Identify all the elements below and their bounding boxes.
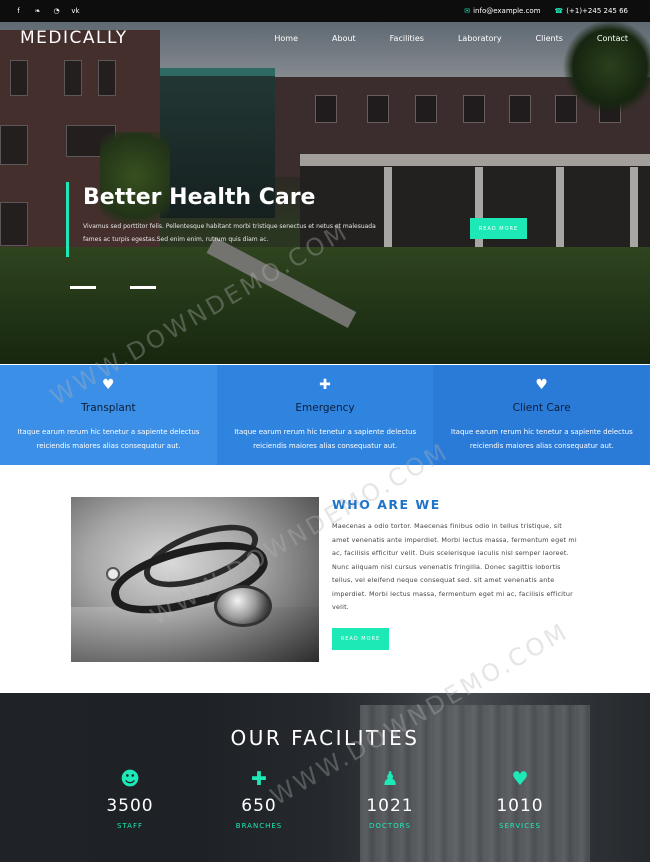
service-title: Emergency [295, 402, 355, 414]
stat-doctors: ♟ 1021 DOCTORS [340, 768, 440, 830]
hero-text: Vivamus sed porttitor felis. Pellentesqu… [83, 223, 376, 244]
medkit-icon: ✚ [251, 768, 267, 790]
stat-number: 3500 [106, 796, 154, 816]
nav-item-facilities[interactable]: Facilities [373, 34, 441, 43]
heart-icon: ♥ [511, 768, 529, 790]
doctor-icon: ♟ [381, 768, 399, 790]
email-text: info@example.com [473, 7, 541, 15]
stat-label: DOCTORS [369, 822, 411, 830]
nav-item-contact[interactable]: Contact [580, 34, 632, 43]
hero-caption: Better Health Care Vivamus sed porttitor… [66, 182, 396, 257]
about-read-more-button[interactable]: READ MORE [332, 628, 389, 650]
stat-number: 1010 [496, 796, 544, 816]
social-links: f ❧ ◔ vk [14, 0, 80, 22]
about-text: Maecenas a odio tortor. Maecenas finibus… [332, 522, 577, 611]
site-logo[interactable]: MEDICALLY [20, 28, 128, 48]
nav-item-about[interactable]: About [315, 34, 373, 43]
stat-branches: ✚ 650 BRANCHES [209, 768, 309, 830]
service-card-transplant: ♥ Transplant Itaque earum rerum hic tene… [0, 365, 217, 465]
nav-item-laboratory[interactable]: Laboratory [441, 34, 519, 43]
users-icon: ☻ [120, 768, 140, 790]
nav-item-clients[interactable]: Clients [519, 34, 580, 43]
stat-label: STAFF [116, 822, 144, 830]
facilities-title: OUR FACILITIES [230, 726, 420, 750]
hero-banner: Better Health Care Vivamus sed porttitor… [0, 22, 650, 364]
twitter-icon[interactable]: ❧ [33, 7, 42, 16]
heart-icon: ♥ [102, 377, 115, 393]
nav-item-home[interactable]: Home [257, 34, 315, 43]
service-text: Itaque earum rerum hic tenetur a sapient… [234, 428, 417, 450]
services-strip: ♥ Transplant Itaque earum rerum hic tene… [0, 365, 650, 465]
nav-menu: Home About Facilities Laboratory Clients… [257, 22, 632, 54]
contact-info: ✉ info@example.com ☎ (+1)+245 245 66 [464, 0, 628, 22]
rss-icon[interactable]: ◔ [52, 7, 61, 16]
hero-read-more-button[interactable]: READ MORE [470, 218, 527, 239]
stat-label: BRANCHES [235, 822, 283, 830]
stat-number: 1021 [366, 796, 414, 816]
ambulance-icon: ✚ [319, 377, 331, 393]
phone-text: (+1)+245 245 66 [566, 7, 628, 15]
slider-indicators [70, 286, 156, 289]
vk-icon[interactable]: vk [71, 7, 80, 16]
service-title: Client Care [512, 402, 571, 414]
facebook-icon[interactable]: f [14, 7, 23, 16]
service-text: Itaque earum rerum hic tenetur a sapient… [450, 428, 633, 450]
hero-title: Better Health Care [83, 185, 316, 210]
phone-contact: ☎ (+1)+245 245 66 [555, 7, 628, 15]
slider-dot[interactable] [70, 286, 96, 289]
about-title: WHO ARE WE [332, 497, 441, 512]
slider-dot[interactable] [130, 286, 156, 289]
facilities-section: OUR FACILITIES ☻ 3500 STAFF ✚ 650 BRANCH… [0, 693, 650, 862]
stat-staff: ☻ 3500 STAFF [80, 768, 180, 830]
heartbeat-icon: ♥ [535, 377, 548, 393]
service-card-client-care: ♥ Client Care Itaque earum rerum hic ten… [433, 365, 650, 465]
service-text: Itaque earum rerum hic tenetur a sapient… [17, 428, 200, 450]
top-bar: f ❧ ◔ vk ✉ info@example.com ☎ (+1)+245 245… [0, 0, 650, 22]
email-contact[interactable]: ✉ info@example.com [464, 7, 540, 15]
phone-icon: ☎ [554, 7, 564, 15]
stethoscope-image [71, 497, 319, 662]
stat-label: SERVICES [499, 822, 541, 830]
service-card-emergency: ✚ Emergency Itaque earum rerum hic tenet… [216, 365, 434, 465]
service-title: Transplant [81, 402, 136, 414]
stat-services: ♥ 1010 SERVICES [470, 768, 570, 830]
stat-number: 650 [241, 796, 277, 816]
envelope-icon: ✉ [464, 7, 471, 15]
main-nav: MEDICALLY Home About Facilities Laborato… [0, 22, 650, 56]
